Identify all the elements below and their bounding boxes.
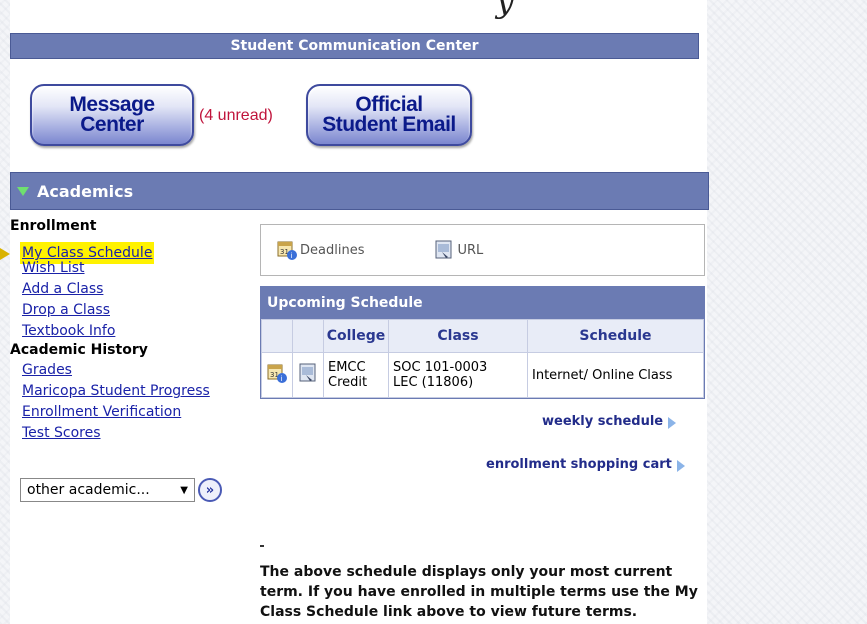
row-url-cell[interactable] <box>292 352 324 398</box>
page-title-fragment: y <box>496 0 515 20</box>
arrow-right-icon <box>668 417 677 429</box>
upcoming-schedule-header: Upcoming Schedule <box>261 287 704 319</box>
expand-triangle-icon <box>17 186 29 196</box>
college-column-header: College <box>323 319 389 353</box>
arrow-right-icon <box>676 460 685 472</box>
svg-text:i: i <box>291 252 293 260</box>
schedule-table: College Class Schedule 31 i EMCC Credit … <box>261 319 704 398</box>
go-button[interactable]: » <box>198 478 222 502</box>
double-chevron-right-icon: » <box>205 482 215 498</box>
calendar-info-icon: 31 i <box>267 364 287 383</box>
url-link[interactable]: URL <box>434 240 483 260</box>
pointer-arrow-icon <box>0 248 10 260</box>
shopping-cart-label: enrollment shopping cart <box>486 456 672 472</box>
student-email-line1: Official <box>355 93 423 116</box>
weekly-schedule-link[interactable]: weekly schedule <box>542 413 677 429</box>
academics-title: Academics <box>37 181 134 201</box>
upcoming-schedule-panel: Upcoming Schedule College Class Schedule… <box>260 286 705 399</box>
message-center-button[interactable]: Message Center <box>30 84 194 146</box>
enrollment-verification-link[interactable]: Enrollment Verification <box>22 402 240 423</box>
class-column-header: Class <box>388 319 528 353</box>
url-label: URL <box>457 242 484 258</box>
divider-mark <box>260 545 264 547</box>
enrollment-heading: Enrollment <box>10 218 97 234</box>
class-line1: SOC 101-0003 <box>393 360 488 375</box>
student-email-button[interactable]: Official Student Email <box>306 84 472 146</box>
deadlines-link[interactable]: 31 i Deadlines <box>277 240 364 260</box>
communication-center-header: Student Communication Center <box>10 33 699 59</box>
college-line2: Credit <box>328 375 368 390</box>
row-calendar-cell[interactable]: 31 i <box>261 352 293 398</box>
other-academic-select[interactable]: other academic... ▼ <box>20 478 195 502</box>
dropdown-arrow-icon: ▼ <box>180 484 188 496</box>
drop-class-link[interactable]: Drop a Class <box>22 300 240 321</box>
academics-links: Enrollment My Class Schedule Wish List A… <box>10 218 240 444</box>
deadlines-label: Deadlines <box>300 242 365 258</box>
calendar-info-icon: 31 i <box>277 240 297 260</box>
grades-link[interactable]: Grades <box>22 360 240 381</box>
unread-count: (4 unread) <box>199 107 273 124</box>
class-line2: LEC (11806) <box>393 375 474 390</box>
textbook-info-link[interactable]: Textbook Info <box>22 321 240 342</box>
other-academic-value: other academic... <box>27 482 150 498</box>
student-email-line2: Student Email <box>322 113 456 136</box>
student-progress-link[interactable]: Maricopa Student Progress <box>22 381 240 402</box>
schedule-column-header: Schedule <box>527 319 704 353</box>
test-scores-link[interactable]: Test Scores <box>22 423 240 444</box>
academics-header[interactable]: Academics <box>10 172 709 210</box>
academic-history-heading: Academic History <box>10 342 148 358</box>
message-center-line2: Center <box>80 113 144 136</box>
table-row: 31 i EMCC Credit SOC 101-0003 LEC (11806… <box>261 352 704 398</box>
college-cell: EMCC Credit <box>323 352 389 398</box>
shopping-cart-link[interactable]: enrollment shopping cart <box>486 456 685 472</box>
class-cell: SOC 101-0003 LEC (11806) <box>388 352 528 398</box>
icon-col-1-header <box>261 319 293 353</box>
portal-content: y Student Communication Center Message C… <box>0 0 709 624</box>
schedule-header-row: College Class Schedule <box>261 319 704 353</box>
icon-col-2-header <box>292 319 324 353</box>
college-line1: EMCC <box>328 360 366 375</box>
url-icon <box>434 240 454 260</box>
schedule-note: The above schedule displays only your mo… <box>260 564 698 620</box>
schedule-cell: Internet/ Online Class <box>527 352 704 398</box>
svg-text:i: i <box>281 375 283 383</box>
add-class-link[interactable]: Add a Class <box>22 279 240 300</box>
url-icon <box>299 363 316 382</box>
message-center-line1: Message <box>69 93 155 116</box>
weekly-schedule-label: weekly schedule <box>542 413 664 429</box>
quick-links-box: 31 i Deadlines URL <box>260 224 705 276</box>
other-academic-controls: other academic... ▼ » <box>20 478 222 502</box>
